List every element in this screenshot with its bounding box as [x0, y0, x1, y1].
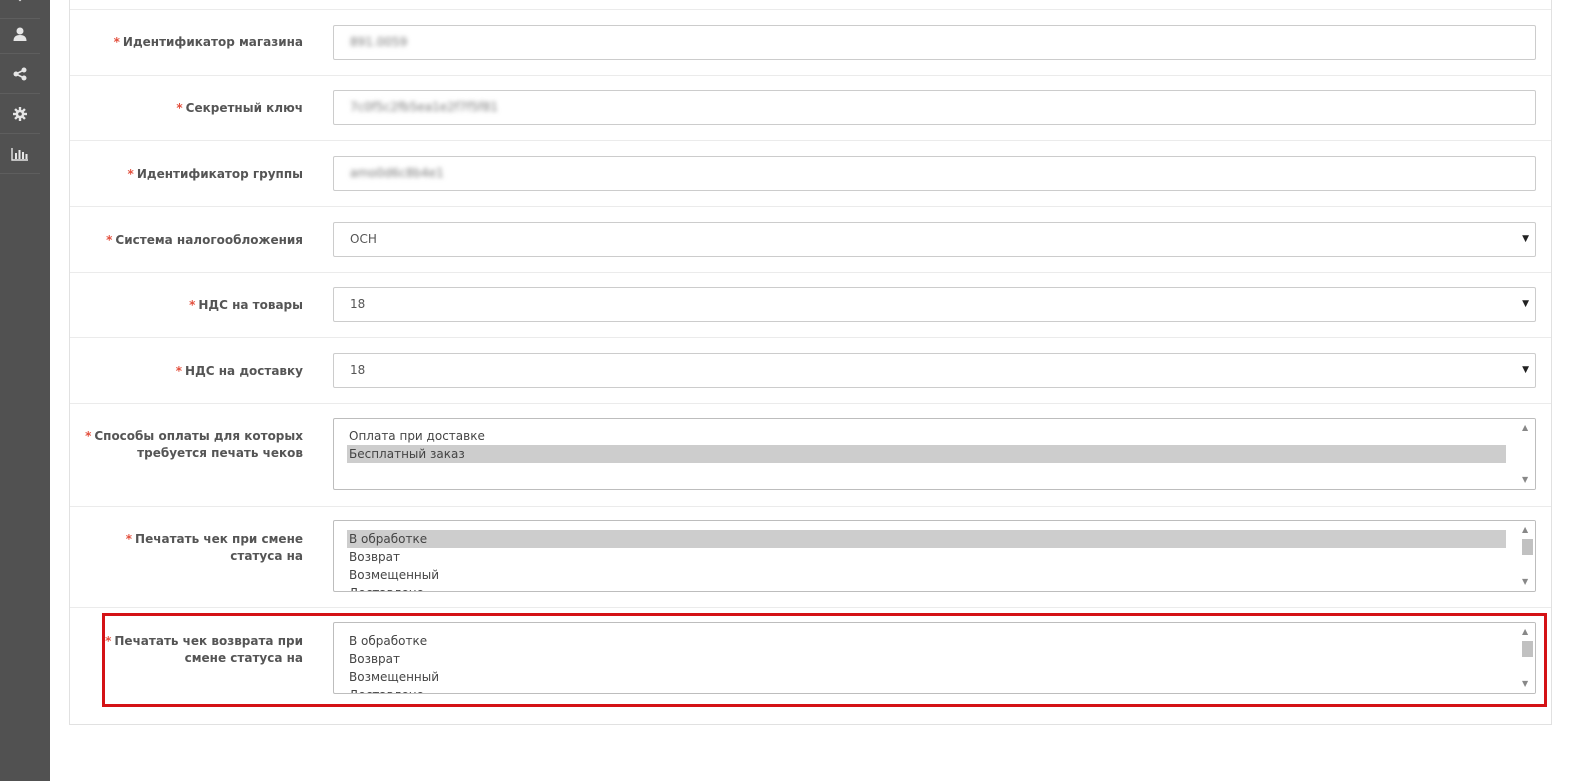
list-option[interactable]: Доставлено	[347, 584, 1506, 591]
tax-system-label: * Система налогообложения	[83, 232, 303, 249]
scroll-up-icon[interactable]: ▲	[1522, 526, 1528, 534]
shop-id-value: 891.0059	[350, 35, 408, 49]
tax-system-label-text: Система налогообложения	[115, 233, 303, 247]
group-id-value: amo0d6c8b4e1	[350, 166, 444, 180]
required-marker: *	[176, 101, 183, 115]
scrollbar[interactable]: ▲ ▼	[1518, 521, 1535, 591]
chevrons-icon	[19, 0, 21, 1]
list-option[interactable]: Возврат	[347, 548, 1506, 566]
list-option[interactable]: Возмещенный	[347, 566, 1506, 584]
required-marker: *	[175, 364, 183, 378]
bar-chart-icon	[11, 147, 28, 161]
vat-goods-select[interactable]: 18 ▼	[333, 287, 1536, 322]
sidebar-item-share[interactable]	[0, 54, 40, 94]
group-id-input[interactable]: amo0d6c8b4e1	[333, 156, 1536, 191]
sidebar-item-reports[interactable]	[0, 134, 40, 174]
secret-key-input[interactable]: 7c0f5c2fb5ea1e2f7f5f81	[333, 90, 1536, 125]
tax-system-value: ОСН	[350, 232, 377, 246]
scroll-up-icon[interactable]: ▲	[1522, 424, 1528, 432]
required-marker: *	[189, 298, 196, 312]
shop-id-label-text: Идентификатор магазина	[122, 35, 303, 49]
vat-goods-label-text: НДС на товары	[198, 298, 303, 312]
list-option-selected[interactable]: Бесплатный заказ	[347, 445, 1506, 463]
scroll-down-icon[interactable]: ▼	[1522, 476, 1528, 484]
vat-delivery-label: * НДС на доставку	[83, 363, 303, 380]
vat-delivery-value: 18	[350, 363, 366, 377]
scrollbar-thumb[interactable]	[1522, 539, 1533, 555]
required-marker: *	[127, 167, 134, 181]
gear-icon	[13, 106, 27, 121]
payment-methods-label: * Способы оплаты для которых требуется пе…	[83, 428, 303, 462]
left-sidebar	[0, 0, 50, 781]
tax-system-select[interactable]: ОСН ▼	[333, 222, 1536, 257]
secret-key-value: 7c0f5c2fb5ea1e2f7f5f81	[350, 100, 499, 114]
shop-id-label: * Идентификатор магазина	[83, 34, 303, 51]
required-marker: *	[85, 429, 92, 443]
list-option-selected[interactable]: В обработке	[347, 530, 1506, 548]
shop-id-input[interactable]: 891.0059	[333, 25, 1536, 60]
group-id-label: * Идентификатор группы	[83, 166, 303, 183]
payment-methods-multiselect[interactable]: Оплата при доставке Бесплатный заказ ▲ ▼	[333, 418, 1536, 490]
caret-down-icon: ▼	[1522, 365, 1529, 375]
highlight-box	[102, 613, 1547, 707]
vat-delivery-select[interactable]: 18 ▼	[333, 353, 1536, 388]
payment-methods-label-text: Способы оплаты для которых требуется печ…	[94, 429, 303, 460]
required-marker: *	[125, 532, 133, 546]
group-id-label-text: Идентификатор группы	[136, 167, 303, 181]
vat-goods-label: * НДС на товары	[83, 297, 303, 314]
print-on-status-label-text: Печатать чек при смене статуса на	[135, 532, 303, 563]
user-icon	[13, 27, 27, 41]
caret-down-icon: ▼	[1522, 299, 1529, 309]
vat-delivery-label-text: НДС на доставку	[185, 364, 303, 378]
print-on-status-label: * Печатать чек при смене статуса на	[83, 531, 303, 565]
vat-goods-value: 18	[350, 297, 366, 311]
sidebar-item-settings[interactable]	[0, 94, 40, 134]
scroll-down-icon[interactable]: ▼	[1522, 578, 1528, 586]
sidebar-item-users[interactable]	[0, 14, 40, 54]
caret-down-icon: ▼	[1522, 234, 1529, 244]
required-marker: *	[106, 233, 113, 247]
list-option[interactable]: Оплата при доставке	[347, 427, 1506, 445]
share-icon	[13, 67, 27, 80]
print-on-status-multiselect[interactable]: В обработке Возврат Возмещенный Доставле…	[333, 520, 1536, 592]
secret-key-label: * Секретный ключ	[83, 100, 303, 117]
scrollbar[interactable]: ▲ ▼	[1518, 419, 1535, 489]
secret-key-label-text: Секретный ключ	[185, 101, 303, 115]
required-marker: *	[113, 35, 120, 49]
